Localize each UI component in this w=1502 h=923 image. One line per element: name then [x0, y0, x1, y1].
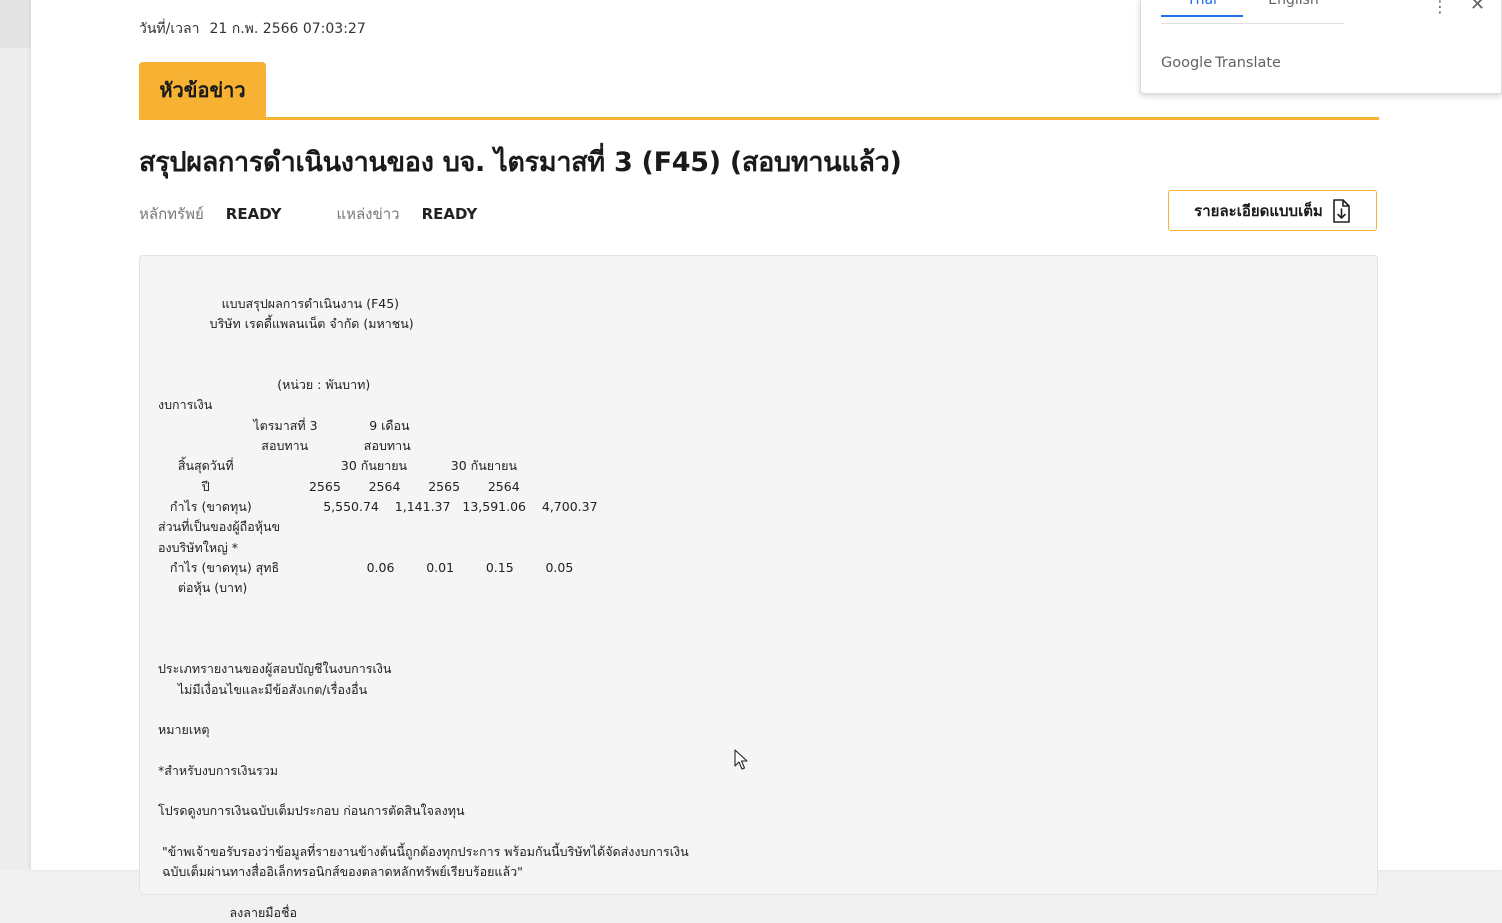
- document-download-icon: [1333, 198, 1350, 223]
- source-label: แหล่งข่าว: [336, 205, 400, 223]
- news-datetime: วันที่/เวลา 21 ก.พ. 2566 07:03:27: [139, 18, 366, 40]
- tab-english[interactable]: English: [1243, 0, 1344, 17]
- news-title: สรุปผลการดำเนินงานของ บจ. ไตรมาสที่ 3 (F…: [139, 147, 902, 178]
- browser-left-margin: [0, 0, 31, 870]
- mouse-cursor-icon: [734, 749, 748, 770]
- full-detail-label: รายละเอียดแบบเต็ม: [1194, 201, 1323, 220]
- translate-language-tabs: Thai English: [1161, 0, 1344, 24]
- google-translate-popup: Thai English ⋮ ✕ Google Translate: [1140, 0, 1502, 94]
- more-vertical-icon[interactable]: ⋮: [1432, 0, 1448, 16]
- security-label: หลักทรัพย์: [139, 205, 204, 223]
- margin-notch: [0, 0, 31, 48]
- tab-thai[interactable]: Thai: [1161, 0, 1243, 17]
- report-text: แบบสรุปผลการดำเนินงาน (F45) บริษัท เรดดี…: [158, 296, 689, 920]
- google-translate-brand: Google Translate: [1161, 55, 1281, 71]
- report-content-box: แบบสรุปผลการดำเนินงาน (F45) บริษัท เรดดี…: [139, 255, 1378, 920]
- close-icon[interactable]: ✕: [1470, 0, 1485, 15]
- datetime-value: 21 ก.พ. 2566 07:03:27: [209, 21, 366, 37]
- headline-tab: หัวข้อข่าว: [139, 62, 266, 118]
- brand-translate: Translate: [1215, 55, 1281, 71]
- security-value: READY: [225, 205, 282, 223]
- headline-divider: [139, 117, 1379, 120]
- source-value: READY: [421, 205, 478, 223]
- full-detail-button[interactable]: รายละเอียดแบบเต็ม: [1168, 190, 1377, 231]
- datetime-label: วันที่/เวลา: [139, 21, 200, 37]
- brand-google: Google: [1161, 55, 1213, 71]
- news-meta: หลักทรัพย์ READY แหล่งข่าว READY: [139, 202, 477, 226]
